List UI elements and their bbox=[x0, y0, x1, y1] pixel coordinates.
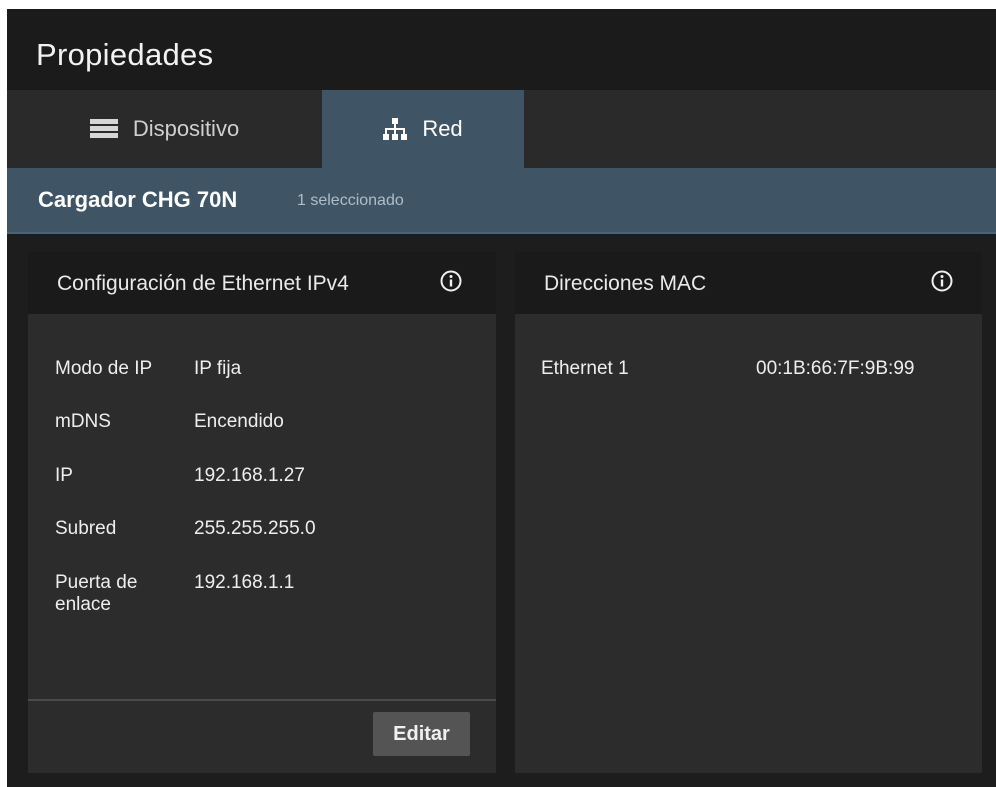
edit-button[interactable]: Editar bbox=[373, 712, 470, 756]
ip-mode-label: Modo de IP bbox=[55, 358, 153, 379]
list-icon bbox=[89, 119, 118, 139]
ethernet-ipv4-panel: Configuración de Ethernet IPv4 Modo de I… bbox=[28, 252, 496, 773]
mac-addresses-panel: Direcciones MAC Ethernet 1 00:1B:66:7F:9… bbox=[515, 252, 982, 773]
tab-red-label: Red bbox=[422, 116, 463, 141]
ethernet-panel-title: Configuración de Ethernet IPv4 bbox=[57, 272, 349, 295]
ip-mode-value: IP fija bbox=[194, 358, 242, 379]
network-icon bbox=[383, 118, 408, 140]
window-title: Propiedades bbox=[36, 37, 214, 72]
device-name: Cargador CHG 70N bbox=[38, 187, 238, 212]
mdns-value: Encendido bbox=[194, 411, 284, 432]
selected-count: 1 seleccionado bbox=[297, 192, 404, 209]
mdns-label: mDNS bbox=[55, 411, 111, 432]
subnet-value: 255.255.255.0 bbox=[194, 518, 316, 539]
gateway-label: Puerta de enlace bbox=[55, 572, 138, 615]
ethernet1-label: Ethernet 1 bbox=[541, 358, 629, 379]
title-bar: Propiedades bbox=[7, 9, 996, 90]
ethernet-panel-header: Configuración de Ethernet IPv4 bbox=[28, 252, 496, 314]
info-icon[interactable] bbox=[931, 270, 953, 292]
tab-dispositivo[interactable]: Dispositivo bbox=[7, 90, 322, 168]
subnet-label: Subred bbox=[55, 518, 117, 539]
ip-label: IP bbox=[55, 465, 73, 486]
ethernet1-mac-value: 00:1B:66:7F:9B:99 bbox=[756, 358, 915, 379]
ip-value: 192.168.1.27 bbox=[194, 465, 305, 486]
gateway-value: 192.168.1.1 bbox=[194, 572, 295, 593]
mac-panel-title: Direcciones MAC bbox=[544, 272, 707, 295]
properties-window: Propiedades Dispositivo Red Cargador CHG… bbox=[7, 9, 996, 787]
selection-bar: Cargador CHG 70N 1 seleccionado bbox=[7, 168, 996, 234]
tab-bar: Dispositivo Red bbox=[7, 90, 996, 168]
info-icon[interactable] bbox=[440, 270, 462, 292]
tab-red[interactable]: Red bbox=[322, 90, 524, 168]
tab-dispositivo-label: Dispositivo bbox=[132, 116, 240, 141]
panel-footer-divider bbox=[28, 699, 496, 701]
mac-panel-header: Direcciones MAC bbox=[515, 252, 982, 314]
